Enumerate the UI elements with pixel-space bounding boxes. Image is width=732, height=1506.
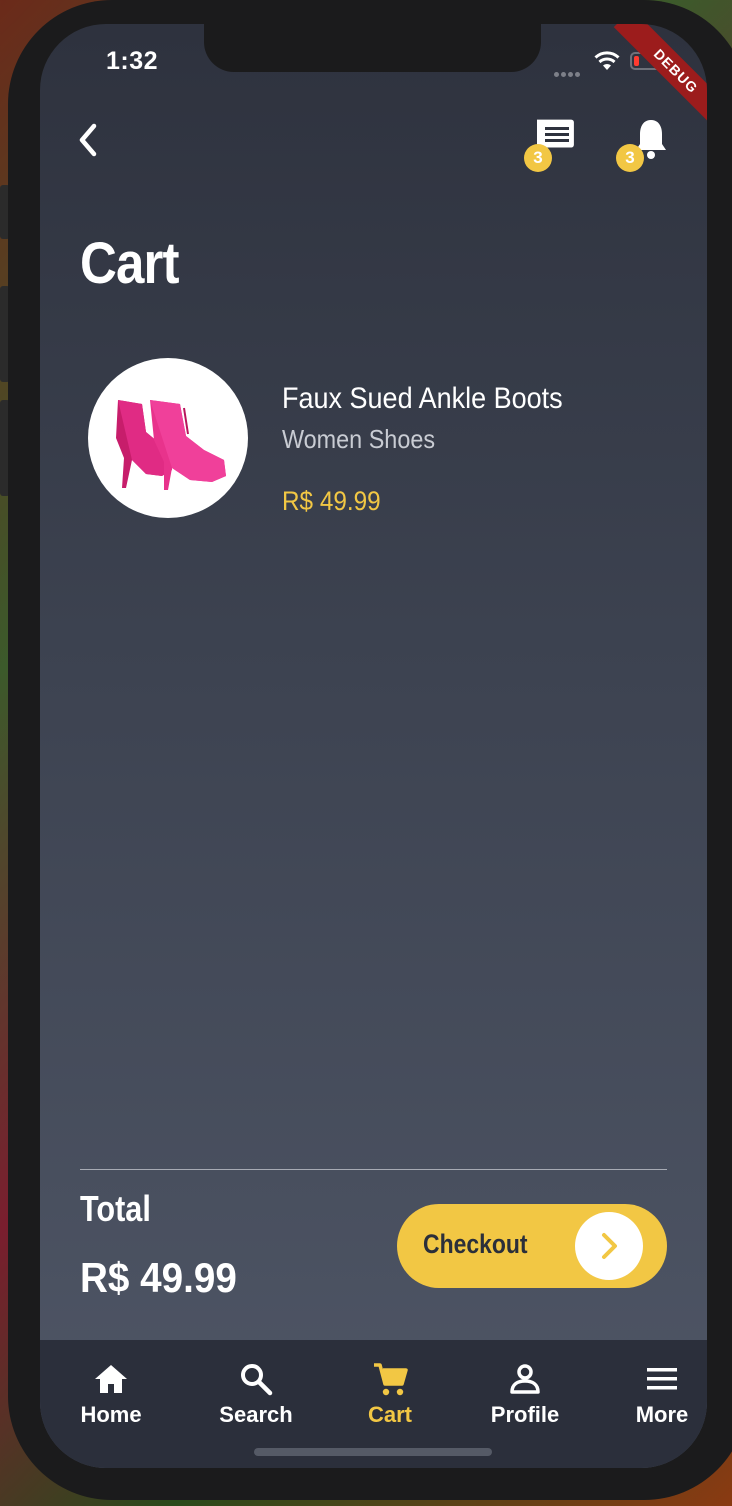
tab-cart[interactable]: Cart: [330, 1360, 450, 1428]
tab-home[interactable]: Home: [51, 1360, 171, 1428]
checkout-button[interactable]: Checkout: [397, 1204, 667, 1288]
chevron-right-icon: [602, 1233, 617, 1259]
product-image: [88, 358, 248, 518]
tab-more[interactable]: More: [602, 1360, 707, 1428]
pink-ankle-boots-image: [116, 400, 226, 490]
cart-item[interactable]: Faux Sued Ankle Boots Women Shoes R$ 49.…: [88, 358, 668, 522]
person-icon: [510, 1364, 540, 1394]
tab-home-label: Home: [80, 1402, 142, 1427]
tab-cart-label: Cart: [367, 1402, 412, 1427]
total-divider: [80, 1169, 667, 1170]
notifications-badge: 3: [616, 144, 644, 172]
notifications-button[interactable]: 3: [616, 116, 676, 172]
tab-search[interactable]: Search: [196, 1360, 316, 1428]
notch: [204, 24, 541, 72]
product-name: Faux Sued Ankle Boots: [282, 382, 563, 415]
messages-badge: 3: [524, 144, 552, 172]
chevron-left-icon: [79, 123, 97, 157]
home-icon: [95, 1365, 127, 1393]
menu-icon: [647, 1368, 677, 1390]
checkout-label: Checkout: [423, 1229, 528, 1259]
tab-profile-label: Profile: [490, 1402, 560, 1427]
wifi-icon: [594, 51, 620, 70]
cart-icon: [374, 1363, 408, 1396]
back-button[interactable]: [70, 120, 110, 160]
checkout-arrow: [575, 1212, 643, 1280]
tab-profile[interactable]: Profile: [465, 1360, 585, 1428]
app-screen: 1:32 DEBUG 3 3 Cart Faux Sued Ankle Boot…: [40, 24, 707, 1468]
messages-button[interactable]: 3: [524, 116, 580, 172]
product-category: Women Shoes: [282, 424, 436, 454]
tab-search-label: Search: [219, 1402, 293, 1427]
total-value: R$ 49.99: [80, 1254, 237, 1301]
total-label: Total: [80, 1188, 151, 1229]
search-icon: [241, 1364, 273, 1396]
product-price: R$ 49.99: [282, 486, 381, 516]
signal-icon: [554, 64, 582, 82]
page-title: Cart: [80, 231, 179, 296]
tab-more-label: More: [635, 1402, 689, 1427]
home-indicator[interactable]: [254, 1448, 492, 1456]
status-time: 1:32: [106, 47, 159, 75]
